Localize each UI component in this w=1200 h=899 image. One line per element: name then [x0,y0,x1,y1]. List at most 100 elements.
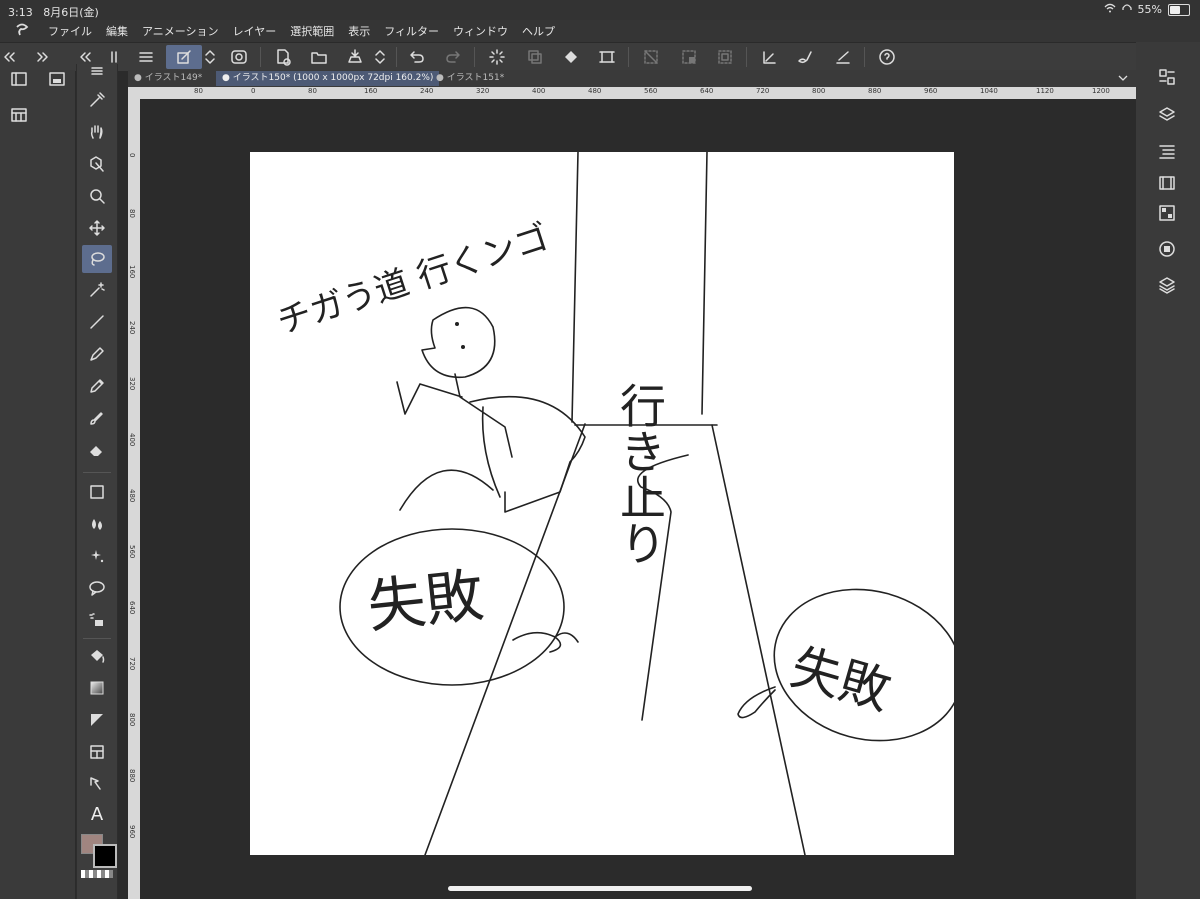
line-icon[interactable] [82,308,112,336]
pen-icon[interactable] [82,340,112,368]
ruler-h-label: 160 [364,87,378,95]
ruler-h-label: 0 [251,87,256,95]
menu-filter[interactable]: フィルター [384,23,439,39]
menu-selection[interactable]: 選択範囲 [290,23,334,39]
select-border-icon[interactable] [712,45,738,69]
text-tool-icon[interactable]: A [82,800,112,828]
collapse-left-icon[interactable] [0,45,20,69]
speech-balloon-icon[interactable] [82,574,112,602]
ruler-v-label: 560 [128,545,136,559]
menu-animation[interactable]: アニメーション [142,23,219,39]
status-time-date: 3:13 8月6日(金) [8,4,99,20]
fill-bucket-icon[interactable] [82,642,112,670]
layers-icon[interactable] [1158,276,1178,296]
ruler-h-label: 480 [588,87,602,95]
document-tabs: ● イラスト149* ● イラスト150* (1000 x 1000px 72d… [128,70,1136,87]
horizontal-ruler: 80 0 80 160 240 320 400 480 560 640 720 … [128,87,1136,99]
sketch-strokes: チガう道 行くンゴ 行き止り 失敗 失敗 [272,151,963,856]
chevron-down-icon[interactable] [1116,71,1130,85]
main-menu-icon[interactable] [133,45,159,69]
copy-layer-icon[interactable] [522,45,548,69]
status-bar: 3:13 8月6日(金) 55% [0,0,1200,20]
new-file-icon[interactable] [270,45,296,69]
ruler-v-label: 640 [128,601,136,615]
save-icon[interactable] [342,45,368,69]
hand-icon[interactable] [82,118,112,146]
tab-illust149[interactable]: ● イラスト149* [128,71,208,86]
help-icon[interactable] [874,45,900,69]
rectangle-icon[interactable] [82,478,112,506]
toolbar-divider [260,47,261,67]
expand-left-icon[interactable] [32,45,52,69]
tool-property-icon[interactable] [48,70,68,90]
home-indicator[interactable] [448,886,752,891]
color-set-icon[interactable] [1158,204,1178,224]
lasso-icon[interactable] [82,245,112,273]
transparent-color-icon[interactable] [81,870,113,878]
sub-view-icon[interactable] [1158,142,1178,162]
airbrush-icon[interactable] [82,606,112,634]
sub-color-swatch[interactable] [93,844,117,868]
menu-bar: ファイル 編集 アニメーション レイヤー 選択範囲 表示 フィルター ウィンドウ… [0,20,1200,42]
object-select-icon[interactable] [82,150,112,178]
eyedropper-icon[interactable] [82,86,112,114]
menu-window[interactable]: ウィンドウ [453,23,508,39]
sign-text: 行き止り [613,382,667,566]
chevron-updown-icon[interactable] [200,45,220,69]
ruler-h-label: 400 [532,87,546,95]
tab-illust151[interactable]: ● イラスト151* [430,71,510,86]
chevron-updown-icon[interactable] [370,45,390,69]
sparkle-icon[interactable] [82,542,112,570]
eraser-icon[interactable] [82,436,112,464]
blend-drops-icon[interactable] [82,510,112,538]
loading-icon[interactable] [484,45,510,69]
bubble-left-text: 失敗 [364,561,486,641]
toolbar-divider [864,47,865,67]
move-icon[interactable] [82,214,112,242]
ruler-v-label: 720 [128,657,136,671]
redo-icon[interactable] [440,45,466,69]
open-file-icon[interactable] [306,45,332,69]
menu-help[interactable]: ヘルプ [522,23,555,39]
menu-view[interactable]: 表示 [348,23,370,39]
gradient-icon[interactable] [82,674,112,702]
drawing-canvas[interactable]: チガう道 行くンゴ 行き止り 失敗 失敗 [250,151,963,856]
brush-icon[interactable] [82,404,112,432]
navigator-icon[interactable] [1158,68,1178,88]
companion-icon[interactable] [226,45,252,69]
status-time: 3:13 [8,6,33,19]
stroke-correction-icon[interactable] [830,45,856,69]
deselect-icon[interactable] [638,45,664,69]
zoom-icon[interactable] [82,182,112,210]
pencil-icon[interactable] [82,372,112,400]
toolbox-divider [83,472,111,473]
frame-border-icon[interactable] [82,738,112,766]
brush-size-icon[interactable] [10,106,30,126]
ruler-select-icon[interactable] [82,770,112,798]
figure-ruler-icon[interactable] [82,706,112,734]
brush-stroke-icon[interactable] [792,45,818,69]
layer-property-icon[interactable] [1158,106,1178,126]
tab-illust150[interactable]: ● イラスト150* (1000 x 1000px 72dpi 160.2%) [216,71,440,86]
battery-percent: 55% [1137,3,1162,16]
magic-wand-icon[interactable] [82,276,112,304]
menu-layer[interactable]: レイヤー [233,23,277,39]
transform-icon[interactable] [594,45,620,69]
invert-selection-icon[interactable] [676,45,702,69]
undo-icon[interactable] [404,45,430,69]
ruler-h-label: 80 [194,87,203,95]
fill-icon[interactable] [558,45,584,69]
toolbox-menu-icon[interactable] [82,64,112,78]
timeline-icon[interactable] [1158,174,1178,194]
battery-icon [1168,3,1190,16]
edit-mode-icon[interactable] [166,45,202,69]
sub-tool-panel-icon[interactable] [10,70,30,90]
menu-edit[interactable]: 編集 [106,23,128,39]
material-icon[interactable] [1158,240,1178,260]
ruler-h-label: 240 [420,87,434,95]
menu-file[interactable]: ファイル [48,23,92,39]
ruler-h-label: 1040 [980,87,998,95]
wifi-icon [1104,3,1116,16]
app-logo-icon[interactable] [8,22,36,40]
ruler-pen-icon[interactable] [756,45,782,69]
